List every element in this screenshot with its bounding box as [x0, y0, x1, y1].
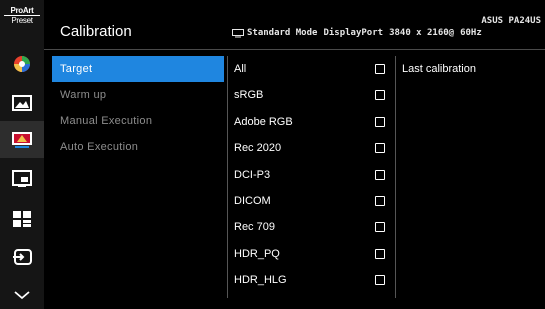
last-calibration-label: Last calibration — [402, 63, 476, 75]
osd-window: ProArt Preset Calibration ASUS PA24US St… — [0, 0, 545, 309]
option-label: DCI-P3 — [234, 168, 271, 181]
option-label: HDR_PQ — [234, 247, 280, 260]
checkbox[interactable] — [375, 116, 385, 127]
input-select-icon — [13, 248, 32, 265]
pip-icon — [12, 169, 32, 187]
image-icon — [12, 94, 32, 111]
option-label: Rec 2020 — [234, 142, 282, 155]
submenu-item-target[interactable]: Target — [52, 56, 224, 82]
refresh-text: 60Hz — [460, 28, 482, 38]
rail-item-pip[interactable] — [0, 160, 44, 197]
option-label: sRGB — [234, 89, 264, 102]
color-wheel-icon — [14, 55, 30, 72]
model-name: ASUS PA24US — [481, 16, 541, 26]
option-label: Adobe RGB — [234, 115, 293, 128]
option-label: DICOM — [234, 194, 271, 207]
icon-rail: ProArt Preset — [0, 0, 44, 309]
checkbox[interactable] — [375, 222, 385, 233]
logo-line-1: ProArt — [4, 6, 40, 16]
checkbox[interactable] — [375, 169, 385, 180]
input-text: DisplayPort — [323, 28, 384, 38]
resolution-text: 3840 x 2160@ — [389, 28, 455, 38]
target-option-hdr-hlg[interactable]: HDR_HLG — [230, 267, 393, 293]
target-option-rec-709[interactable]: Rec 709 — [230, 214, 393, 240]
monitor-icon — [232, 28, 244, 37]
calibration-icon — [12, 131, 32, 148]
logo-line-2: Preset — [11, 16, 33, 25]
page-title: Calibration — [60, 23, 132, 40]
target-option-adobe-rgb[interactable]: Adobe RGB — [230, 109, 393, 135]
divider-left — [227, 56, 228, 298]
rail-item-more[interactable] — [0, 276, 44, 309]
target-option-dci-p3[interactable]: DCI-P3 — [230, 162, 393, 188]
target-option-rec-2020[interactable]: Rec 2020 — [230, 135, 393, 161]
option-label: HDR_HLG — [234, 274, 287, 287]
checkbox[interactable] — [375, 248, 385, 259]
checkbox[interactable] — [375, 275, 385, 286]
divider-right — [395, 56, 396, 298]
target-list: All sRGB Adobe RGB Rec 2020 DCI-P3 DICOM… — [230, 56, 393, 294]
checkbox[interactable] — [375, 195, 385, 206]
rail-item-input[interactable] — [0, 238, 44, 275]
header-bar: Calibration ASUS PA24US Standard Mode Di… — [44, 0, 545, 50]
system-icon — [13, 210, 31, 227]
rail-item-splendid[interactable] — [0, 45, 44, 82]
target-option-dicom[interactable]: DICOM — [230, 188, 393, 214]
mode-text: Standard Mode — [247, 28, 318, 38]
target-option-all[interactable]: All — [230, 56, 393, 82]
checkbox[interactable] — [375, 90, 385, 101]
info-panel: Last calibration — [402, 56, 542, 82]
checkbox[interactable] — [375, 64, 385, 74]
rail-item-image[interactable] — [0, 84, 44, 121]
rail-item-calibration[interactable] — [0, 121, 44, 158]
submenu-item-auto-execution[interactable]: Auto Execution — [52, 134, 224, 160]
submenu-list: Target Warm up Manual Execution Auto Exe… — [52, 56, 224, 296]
option-label: Rec 709 — [234, 221, 275, 234]
checkbox[interactable] — [375, 143, 385, 154]
rail-item-system[interactable] — [0, 200, 44, 237]
status-line: Standard Mode DisplayPort 3840 x 2160@ 6… — [232, 28, 482, 38]
submenu-item-manual-execution[interactable]: Manual Execution — [52, 108, 224, 134]
proart-logo: ProArt Preset — [4, 6, 40, 40]
option-label: All — [234, 63, 247, 75]
submenu-item-warm-up[interactable]: Warm up — [52, 82, 224, 108]
target-option-srgb[interactable]: sRGB — [230, 82, 393, 108]
target-option-hdr-pq[interactable]: HDR_PQ — [230, 241, 393, 267]
chevron-down-icon — [14, 290, 30, 299]
